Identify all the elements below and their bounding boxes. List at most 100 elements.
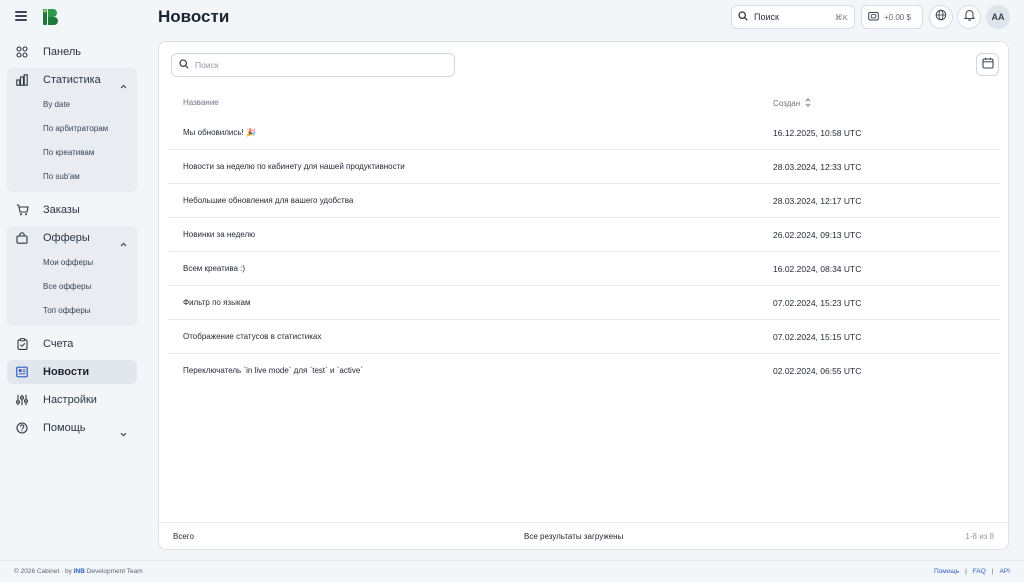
avatar[interactable]: AA: [986, 5, 1010, 29]
sort-icon: [805, 98, 811, 109]
sidebar-group-offers: Офферы Мои офферы Все офферы Топ офферы: [7, 226, 137, 326]
sidebar-item-label: Статистика: [43, 74, 101, 86]
bell-icon: [963, 8, 975, 26]
sidebar-item-orders[interactable]: Заказы: [7, 198, 137, 222]
news-created: 26.02.2024, 09:13 UTC: [773, 230, 862, 240]
copyright-prefix: © 2026 Cabinet · by: [14, 568, 74, 575]
balance-value: +0.00 $: [884, 12, 911, 22]
table-row[interactable]: Переключатель `in live mode` для `test` …: [169, 354, 1000, 388]
clipboard-icon: [15, 337, 29, 351]
newspaper-icon: [15, 365, 29, 379]
copyright-brand: INB: [73, 568, 85, 575]
global-search-button[interactable]: Поиск ⌘K: [731, 5, 855, 29]
sidebar-item-label: Заказы: [43, 204, 80, 216]
date-filter-button[interactable]: [976, 53, 999, 76]
footer-link-help[interactable]: Помощь: [934, 568, 959, 575]
sidebar-subitem-by-arbitrators[interactable]: По арбитраторам: [7, 116, 137, 140]
sidebar-item-dashboard[interactable]: Панель: [7, 40, 137, 64]
sidebar-subitem-top-offers[interactable]: Топ офферы: [7, 298, 137, 322]
sidebar-item-offers[interactable]: Офферы: [7, 226, 137, 250]
news-title: Переключатель `in live mode` для `test` …: [183, 366, 363, 375]
search-icon: [179, 56, 189, 74]
search-icon: [738, 8, 748, 26]
copyright: © 2026 Cabinet · by INB Development Team: [14, 568, 143, 575]
sidebar-subitem-by-subs[interactable]: По sub'ам: [7, 164, 137, 188]
footer-total-label: Всего: [173, 532, 194, 541]
sidebar-subitem-all-offers[interactable]: Все офферы: [7, 274, 137, 298]
table-row[interactable]: Небольшие обновления для вашего удобства…: [169, 184, 1000, 218]
news-table-body: Мы обновились! 🎉 16.12.2025, 10:58 UTC Н…: [169, 116, 1000, 388]
news-title: Новости за неделю по кабинету для нашей …: [183, 162, 405, 171]
news-created: 28.03.2024, 12:33 UTC: [773, 162, 862, 172]
language-button[interactable]: [929, 5, 953, 29]
table-footer: Всего Все результаты загружены 1-8 из 8: [159, 522, 1008, 549]
news-created: 02.02.2024, 06:55 UTC: [773, 366, 862, 376]
sidebar-subitem-my-offers[interactable]: Мои офферы: [7, 250, 137, 274]
table-header: Название Создан: [169, 92, 1000, 112]
table-row[interactable]: Фильтр по языкам 07.02.2024, 15:23 UTC: [169, 286, 1000, 320]
news-card: Поиск Название Создан Мы обновились! 🎉 1…: [158, 41, 1009, 550]
news-search-input[interactable]: Поиск: [171, 53, 455, 77]
sidebar-item-label: Панель: [43, 46, 82, 58]
column-header-created[interactable]: Создан: [773, 98, 811, 109]
help-icon: [15, 421, 29, 435]
globe-icon: [935, 8, 947, 26]
column-header-created-label: Создан: [773, 99, 801, 108]
balance-button[interactable]: +0.00 $: [861, 5, 923, 29]
grid-icon: [15, 45, 29, 59]
table-row[interactable]: Новости за неделю по кабинету для нашей …: [169, 150, 1000, 184]
footer-separator: |: [965, 568, 967, 575]
news-created: 07.02.2024, 15:15 UTC: [773, 332, 862, 342]
table-row[interactable]: Всем креатива :) 16.02.2024, 08:34 UTC: [169, 252, 1000, 286]
sidebar-item-label: Счета: [43, 338, 74, 350]
chevron-down-icon: [120, 424, 127, 442]
table-row[interactable]: Мы обновились! 🎉 16.12.2025, 10:58 UTC: [169, 116, 1000, 150]
sidebar-item-news[interactable]: Новости: [7, 360, 137, 384]
wallet-icon: [868, 8, 879, 26]
table-row[interactable]: Новинки за неделю 26.02.2024, 09:13 UTC: [169, 218, 1000, 252]
chevron-up-icon: [120, 234, 127, 252]
news-title: Всем креатива :): [183, 264, 246, 273]
sidebar-item-invoices[interactable]: Счета: [7, 332, 137, 356]
brand-logo[interactable]: [42, 8, 60, 26]
footer-range: 1-8 из 8: [965, 532, 994, 541]
page-title: Новости: [158, 7, 230, 26]
menu-icon[interactable]: [15, 11, 27, 21]
sidebar-item-help[interactable]: Помощь: [7, 416, 137, 440]
footer-loaded-status: Все результаты загружены: [524, 532, 624, 541]
footer-link-api[interactable]: API: [1000, 568, 1010, 575]
sidebar-subitem-by-date[interactable]: By date: [7, 92, 137, 116]
global-search-label: Поиск: [754, 12, 779, 22]
news-created: 07.02.2024, 15:23 UTC: [773, 298, 862, 308]
sidebar-item-label: Офферы: [43, 232, 90, 244]
news-created: 16.02.2024, 08:34 UTC: [773, 264, 862, 274]
news-created: 28.03.2024, 12:17 UTC: [773, 196, 862, 206]
cart-icon: [15, 203, 29, 217]
top-bar: Новости Поиск ⌘K +0.00 $ AA: [0, 0, 1024, 36]
copyright-suffix: Development Team: [84, 568, 143, 575]
column-header-name: Название: [183, 98, 219, 107]
sidebar-item-label: Настройки: [43, 394, 97, 406]
search-shortcut: ⌘K: [834, 12, 848, 22]
sidebar-item-statistics[interactable]: Статистика: [7, 68, 137, 92]
sidebar-subitem-by-creatives[interactable]: По креативам: [7, 140, 137, 164]
news-title: Новинки за неделю: [183, 230, 256, 239]
sidebar-group-statistics: Статистика By date По арбитраторам По кр…: [7, 68, 137, 192]
sidebar-item-label: Помощь: [43, 422, 86, 434]
page-footer: © 2026 Cabinet · by INB Development Team…: [0, 560, 1024, 582]
sidebar-item-settings[interactable]: Настройки: [7, 388, 137, 412]
footer-separator: |: [991, 568, 994, 575]
footer-links: Помощь | FAQ | API: [934, 568, 1010, 575]
notifications-button[interactable]: [957, 5, 981, 29]
sidebar-item-label: Новости: [43, 366, 90, 378]
sidebar: Панель Статистика By date По арбитратора…: [7, 40, 137, 444]
chart-icon: [15, 73, 29, 87]
footer-link-faq[interactable]: FAQ: [973, 568, 986, 575]
calendar-icon: [981, 56, 994, 74]
news-created: 16.12.2025, 10:58 UTC: [773, 128, 862, 138]
news-title: Отображение статусов в статистиках: [183, 332, 322, 341]
table-row[interactable]: Отображение статусов в статистиках 07.02…: [169, 320, 1000, 354]
news-title: Фильтр по языкам: [183, 298, 251, 307]
news-title: Небольшие обновления для вашего удобства: [183, 196, 354, 205]
news-search-placeholder: Поиск: [195, 60, 219, 70]
